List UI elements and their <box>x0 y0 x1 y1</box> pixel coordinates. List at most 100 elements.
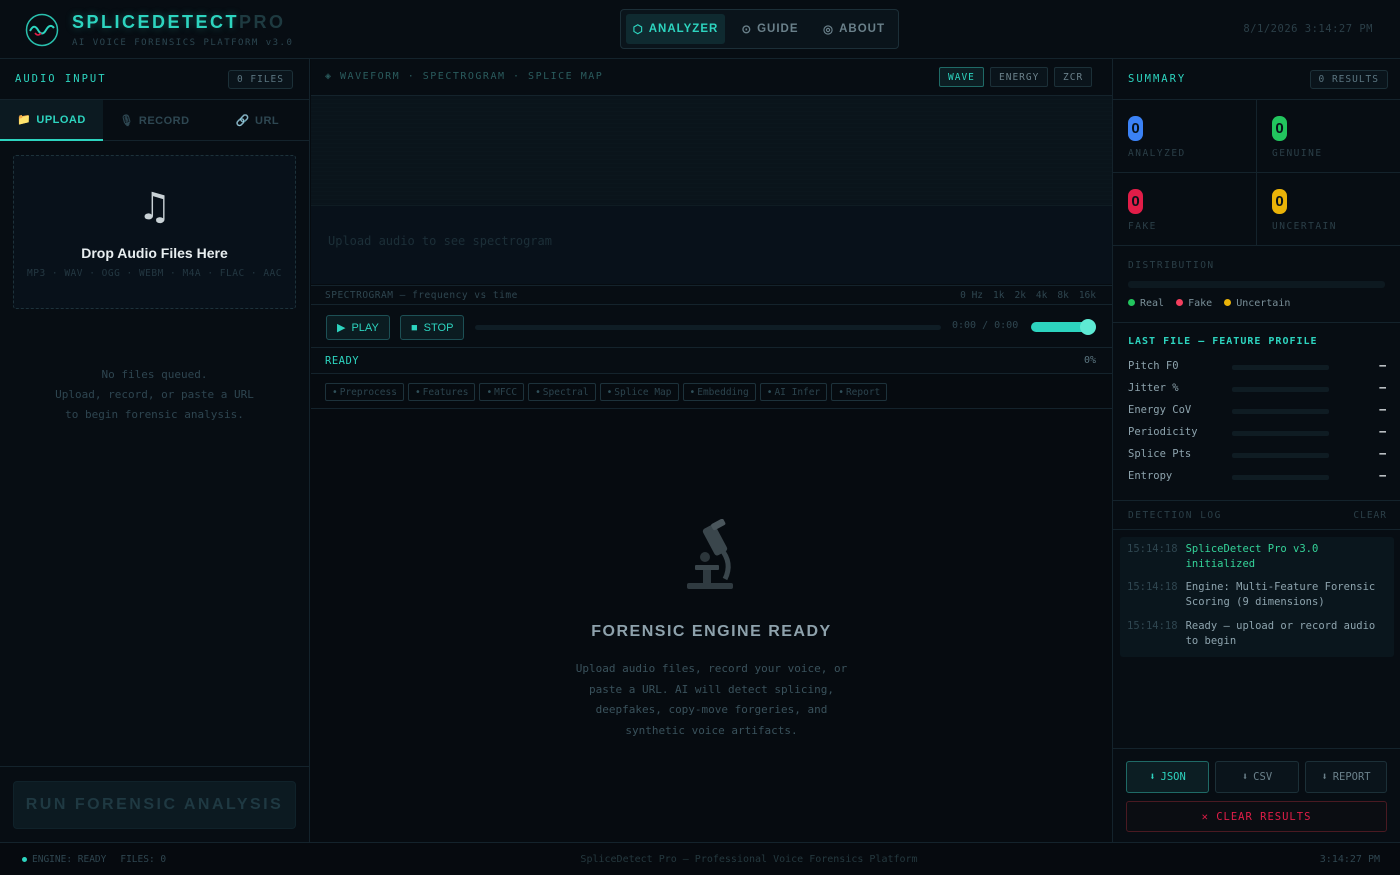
supported-formats: MP3 · WAV · OGG · WEBM · M4A · FLAC · AA… <box>27 268 282 279</box>
spectrogram-caption: SPECTROGRAM — frequency vs time <box>325 290 518 301</box>
stage-chip: Preprocess <box>325 383 404 401</box>
visualization-area: ◈ WAVEFORM · SPECTROGRAM · SPLICE MAP WA… <box>311 59 1112 842</box>
feature-bar <box>1232 365 1329 370</box>
play-button[interactable]: ▶ PLAY <box>326 315 390 340</box>
distribution-legend: Real Fake Uncertain <box>1128 298 1290 309</box>
green-dot-icon <box>1128 299 1135 306</box>
footer-time: 3:14:27 PM <box>1319 854 1380 865</box>
stat-label: GENUINE <box>1272 148 1323 159</box>
header-datetime: 8/1/2026 3:14:27 PM <box>1243 23 1373 35</box>
freq-tick: 2k <box>1014 290 1026 301</box>
export-section: ⬇ JSON ⬇ CSV ⬇ REPORT ✕ CLEAR RESULTS <box>1113 748 1400 842</box>
tab-url[interactable]: 🔗 URL <box>206 100 309 141</box>
stage-chip: MFCC <box>479 383 525 401</box>
freq-tick: 16k <box>1078 290 1096 301</box>
legend-uncertain: Uncertain <box>1224 298 1290 309</box>
stop-button[interactable]: ■ STOP <box>400 315 465 340</box>
volume-slider-handle[interactable] <box>1080 319 1096 335</box>
viz-header: ◈ WAVEFORM · SPECTROGRAM · SPLICE MAP WA… <box>311 59 1112 96</box>
tab-record[interactable]: 🎙 RECORD <box>103 100 206 141</box>
stat-value: 0 <box>1128 116 1143 141</box>
app-title: SPLICEDETECTPRO <box>72 12 286 32</box>
app-subtitle: AI VOICE FORENSICS PLATFORM v3.0 <box>72 38 294 48</box>
waveform-logo-icon <box>25 13 59 47</box>
viz-title: ◈ WAVEFORM · SPECTROGRAM · SPLICE MAP <box>325 71 604 82</box>
mode-wave-button[interactable]: WAVE <box>939 67 984 87</box>
progress-percent: 0% <box>1083 355 1096 366</box>
empty-state-description: Upload audio files, record your voice, o… <box>575 662 848 737</box>
file-dropzone[interactable]: ♫ Drop Audio Files Here MP3 · WAV · OGG … <box>13 155 296 309</box>
export-report-button[interactable]: ⬇ REPORT <box>1305 761 1387 793</box>
freq-tick: 0 Hz <box>960 290 984 301</box>
summary-title: SUMMARY <box>1128 73 1187 85</box>
microphone-icon: 🎙 <box>119 115 134 127</box>
freq-tick: 1k <box>993 290 1005 301</box>
feature-bar <box>1232 409 1329 414</box>
waveform-canvas[interactable] <box>311 96 1112 206</box>
feature-profile-title: LAST FILE — FEATURE PROFILE <box>1128 336 1318 347</box>
status-label: READY <box>325 355 360 367</box>
export-json-button[interactable]: ⬇ JSON <box>1126 761 1209 793</box>
legend-fake: Fake <box>1176 298 1212 309</box>
run-section: RUN FORENSIC ANALYSIS <box>0 766 309 842</box>
stage-chip: Features <box>407 383 476 401</box>
play-icon: ▶ <box>337 322 346 334</box>
dropzone-title: Drop Audio Files Here <box>81 245 228 261</box>
audio-input-panel: AUDIO INPUT 0 FILES 📁 UPLOAD 🎙 RECORD 🔗 … <box>0 59 310 842</box>
stat-label: UNCERTAIN <box>1272 221 1337 232</box>
mode-energy-button[interactable]: ENERGY <box>990 67 1049 87</box>
empty-queue-message: No files queued. Upload, record, or past… <box>55 368 254 421</box>
spectrogram-axis: SPECTROGRAM — frequency vs time 0 Hz 1k … <box>311 285 1112 305</box>
files-count-badge: 0 FILES <box>227 70 293 89</box>
export-csv-button[interactable]: ⬇ CSV <box>1215 761 1299 793</box>
summary-panel: SUMMARY 0 RESULTS 0 ANALYZED 0 GENUINE 0… <box>1112 59 1400 842</box>
freq-tick: 8k <box>1057 290 1069 301</box>
yellow-dot-icon <box>1224 299 1232 306</box>
stat-value: 0 <box>1128 189 1143 214</box>
stat-fake: 0 FAKE <box>1113 173 1257 246</box>
stage-chip: Embedding <box>682 383 756 401</box>
log-entry: 15:14:18 Engine: Multi-Feature Forensic … <box>1127 581 1376 608</box>
log-clear-button[interactable]: CLEAR <box>1353 510 1387 521</box>
stop-icon: ■ <box>411 321 418 334</box>
nav-about[interactable]: ◎ ABOUT <box>815 14 893 44</box>
feature-row: Pitch F0 — <box>1128 359 1386 372</box>
stat-label: ANALYZED <box>1128 148 1186 159</box>
spectrogram-canvas[interactable]: Upload audio to see spectrogram <box>311 206 1112 284</box>
feature-row: Energy CoV — <box>1128 403 1386 416</box>
feature-row: Splice Pts — <box>1128 447 1386 460</box>
info-ring-icon: ◎ <box>823 24 835 36</box>
stat-value: 0 <box>1272 116 1287 141</box>
detection-log-title: DETECTION LOG <box>1128 510 1222 521</box>
stage-chip: Spectral <box>528 383 596 401</box>
status-bar: ENGINE: READY FILES: 0 SpliceDetect Pro … <box>0 842 1400 875</box>
run-analysis-button[interactable]: RUN FORENSIC ANALYSIS <box>13 781 296 829</box>
folder-icon: 📁 <box>17 114 32 126</box>
circle-dot-icon: ⊙ <box>741 24 753 36</box>
nav-guide[interactable]: ⊙ GUIDE <box>731 14 809 44</box>
pipeline-stages: Preprocess Features MFCC Spectral Splice… <box>325 383 888 401</box>
log-entry: 15:14:18 SpliceDetect Pro v3.0 initializ… <box>1127 543 1319 570</box>
stat-analyzed: 0 ANALYZED <box>1113 100 1257 173</box>
stat-uncertain: 0 UNCERTAIN <box>1257 173 1400 246</box>
clear-results-button[interactable]: ✕ CLEAR RESULTS <box>1126 801 1387 832</box>
panel-title: AUDIO INPUT <box>15 73 107 85</box>
input-tabs: 📁 UPLOAD 🎙 RECORD 🔗 URL <box>0 99 309 141</box>
legend-real: Real <box>1128 298 1164 309</box>
nav-analyzer[interactable]: ⬡ ANALYZER <box>626 14 725 44</box>
feature-bar <box>1232 453 1329 458</box>
feature-row: Entropy — <box>1128 469 1386 482</box>
mode-zcr-button[interactable]: ZCR <box>1054 67 1093 87</box>
feature-row: Jitter % — <box>1128 381 1386 394</box>
spectrogram-placeholder: Upload audio to see spectrogram <box>328 234 552 248</box>
playback-progress-slider[interactable] <box>475 325 941 330</box>
footer-tagline: SpliceDetect Pro — Professional Voice Fo… <box>580 854 918 865</box>
results-count-badge: 0 RESULTS <box>1309 70 1388 89</box>
divider <box>311 408 1112 409</box>
stats-grid: 0 ANALYZED 0 GENUINE 0 FAKE 0 UNCERTAIN <box>1113 99 1400 246</box>
tab-upload[interactable]: 📁 UPLOAD <box>0 100 103 141</box>
frequency-ticks: 0 Hz 1k 2k 4k 8k 16k <box>960 290 1096 301</box>
download-icon: ⬇ <box>1321 771 1328 783</box>
red-dot-icon <box>1176 299 1184 306</box>
feature-row: Periodicity — <box>1128 425 1386 438</box>
